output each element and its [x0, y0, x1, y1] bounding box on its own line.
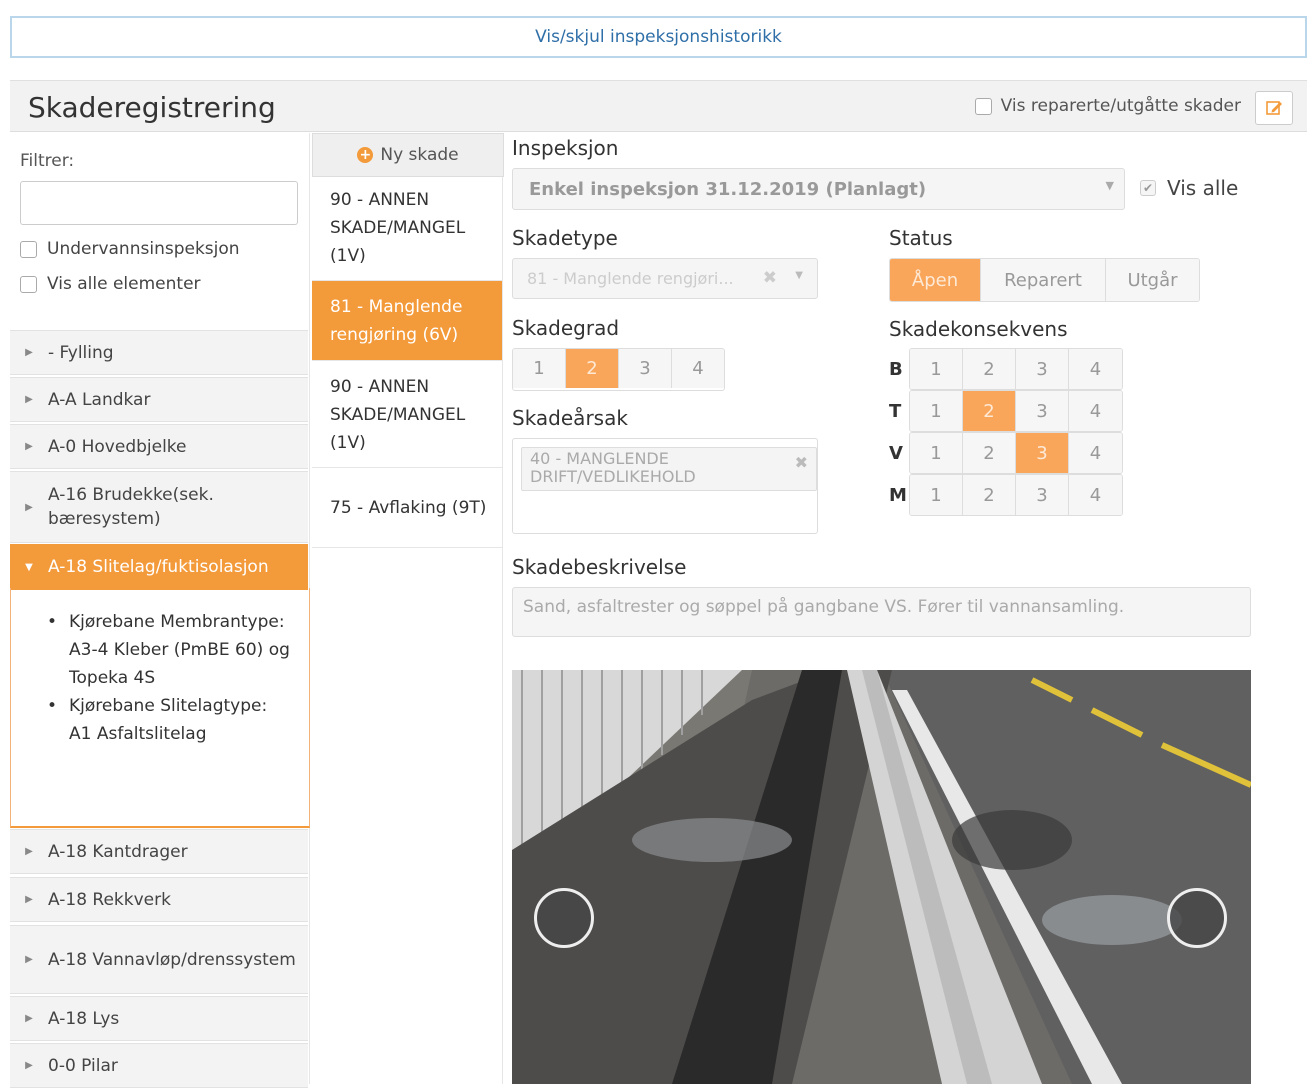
edit-icon — [1266, 101, 1282, 115]
grade-2-button[interactable]: 2 — [566, 349, 619, 388]
description-field[interactable]: Sand, asfaltrester og søppel på gangbane… — [512, 587, 1251, 637]
inspection-select[interactable]: Enkel inspeksjon 31.12.2019 (Planlagt) ▼ — [512, 168, 1125, 210]
consequence-v-4[interactable]: 4 — [1069, 433, 1122, 473]
caret-down-icon: ▼ — [25, 561, 33, 573]
status-button-group: Åpen Reparert Utgår — [889, 258, 1200, 302]
damage-item[interactable]: 75 - Avflaking (9T) — [312, 468, 502, 548]
grade-1-button[interactable]: 1 — [513, 349, 566, 388]
skadearsak-label: Skadeårsak — [512, 406, 628, 430]
new-damage-button[interactable]: + Ny skade — [312, 133, 504, 177]
element-details-panel: Kjørebane Membrantype: A3-4 Kleber (PmBE… — [10, 588, 310, 828]
consequence-m-4[interactable]: 4 — [1069, 475, 1122, 515]
tree-item-rekkverk[interactable]: ▶ A-18 Rekkverk — [10, 877, 308, 922]
show-repaired-toggle[interactable]: Vis reparerte/utgåtte skader — [974, 96, 1241, 116]
caret-right-icon: ▶ — [25, 1060, 33, 1071]
vis-alle-checkbox[interactable]: ✔ — [1140, 180, 1156, 196]
consequence-v-3[interactable]: 3 — [1016, 433, 1069, 473]
skadebeskrivelse-label: Skadebeskrivelse — [512, 555, 687, 579]
caret-right-icon: ▶ — [25, 394, 33, 405]
consequence-b-2[interactable]: 2 — [963, 349, 1016, 389]
consequence-row-b: B 1 2 3 4 — [889, 348, 1123, 390]
filter-label: Filtrer: — [20, 151, 75, 171]
status-label: Status — [889, 226, 953, 250]
cause-tag: 40 - MANGLENDE DRIFT/VEDLIKEHOLD ✖ — [521, 447, 817, 491]
skadegrad-label: Skadegrad — [512, 316, 620, 340]
caret-right-icon: ▶ — [25, 441, 33, 452]
underwater-inspection-label: Undervannsinspeksjon — [47, 239, 240, 259]
consequence-t-2[interactable]: 2 — [963, 391, 1016, 431]
previous-image-button[interactable] — [534, 888, 594, 948]
consequence-t-1[interactable]: 1 — [910, 391, 963, 431]
detail-membrane: Kjørebane Membrantype: A3-4 Kleber (PmBE… — [47, 608, 295, 692]
damage-item[interactable]: 90 - ANNEN SKADE/MANGEL (1V) — [312, 362, 502, 468]
consequence-t-4[interactable]: 4 — [1069, 391, 1122, 431]
tree-item-hovedbjelke[interactable]: ▶ A-0 Hovedbjelke — [10, 424, 308, 469]
show-repaired-label: Vis reparerte/utgåtte skader — [1000, 96, 1241, 116]
consequence-m-2[interactable]: 2 — [963, 475, 1016, 515]
underwater-inspection-checkbox[interactable] — [20, 240, 37, 258]
tree-item-landkar[interactable]: ▶ A-A Landkar — [10, 377, 308, 422]
show-repaired-checkbox[interactable] — [974, 97, 992, 115]
show-all-elements-checkbox[interactable] — [20, 275, 37, 293]
element-sidebar: Filtrer: Undervannsinspeksjon Vis alle e… — [10, 133, 310, 1088]
tree-item-fylling[interactable]: ▶ - Fylling — [10, 330, 308, 375]
edit-button[interactable] — [1255, 91, 1293, 125]
damage-list: + Ny skade 90 - ANNEN SKADE/MANGEL (1V) … — [312, 133, 504, 1084]
inspection-label: Inspeksjon — [512, 136, 619, 160]
caret-right-icon: ▶ — [25, 894, 33, 905]
skadegrad-button-group: 1 2 3 4 — [512, 348, 725, 391]
status-expired-button[interactable]: Utgår — [1106, 259, 1199, 301]
caret-right-icon: ▶ — [25, 347, 33, 358]
tree-item-kantdrager[interactable]: ▶ A-18 Kantdrager — [10, 829, 308, 874]
status-repaired-button[interactable]: Reparert — [981, 259, 1106, 301]
road-photo-image — [512, 670, 1251, 1084]
toggle-history-button[interactable]: Vis/skjul inspeksjonshistorikk — [10, 16, 1307, 58]
vis-alle-toggle[interactable]: ✔ Vis alle — [1140, 176, 1238, 200]
consequence-row-t: T 1 2 3 4 — [889, 390, 1123, 432]
dropdown-caret-icon: ▼ — [795, 270, 803, 281]
damage-photo — [512, 670, 1251, 1084]
remove-tag-icon[interactable]: ✖ — [795, 454, 808, 472]
tree-item-lys[interactable]: ▶ A-18 Lys — [10, 996, 308, 1041]
consequence-m-1[interactable]: 1 — [910, 475, 963, 515]
skadearsak-select[interactable]: 40 - MANGLENDE DRIFT/VEDLIKEHOLD ✖ — [512, 438, 818, 534]
caret-right-icon: ▶ — [25, 846, 33, 857]
show-all-elements-toggle[interactable]: Vis alle elementer — [20, 274, 201, 294]
filter-input[interactable] — [20, 181, 298, 225]
consequence-b-3[interactable]: 3 — [1016, 349, 1069, 389]
underwater-inspection-toggle[interactable]: Undervannsinspeksjon — [20, 239, 240, 259]
status-open-button[interactable]: Åpen — [890, 259, 981, 301]
caret-right-icon: ▶ — [25, 1013, 33, 1024]
consequence-v-1[interactable]: 1 — [910, 433, 963, 473]
skadetype-label: Skadetype — [512, 226, 618, 250]
consequence-b-4[interactable]: 4 — [1069, 349, 1122, 389]
damage-item[interactable]: 90 - ANNEN SKADE/MANGEL (1V) — [312, 176, 502, 281]
consequence-t-3[interactable]: 3 — [1016, 391, 1069, 431]
consequence-row-m: M 1 2 3 4 — [889, 474, 1123, 516]
clear-icon[interactable]: ✖ — [763, 268, 777, 288]
consequence-m-3[interactable]: 3 — [1016, 475, 1069, 515]
consequence-v-2[interactable]: 2 — [963, 433, 1016, 473]
tree-item-brudekke[interactable]: ▶ A-16 Brudekke(sek. bæresystem) — [10, 471, 308, 543]
plus-circle-icon: + — [357, 147, 374, 163]
caret-right-icon: ▶ — [25, 501, 33, 513]
new-damage-label: Ny skade — [380, 145, 459, 165]
header-bar: Skaderegistrering Vis reparerte/utgåtte … — [10, 80, 1307, 132]
page-title: Skaderegistrering — [28, 91, 276, 124]
consequence-b-1[interactable]: 1 — [910, 349, 963, 389]
grade-4-button[interactable]: 4 — [672, 349, 724, 388]
skadetype-select[interactable]: 81 - Manglende rengjøri... ✖ ▼ — [512, 258, 818, 299]
tree-item-slitelag[interactable]: ▼ A-18 Slitelag/fuktisolasjon — [10, 544, 308, 590]
skadekonsekvens-label: Skadekonsekvens — [889, 317, 1068, 341]
grade-3-button[interactable]: 3 — [619, 349, 672, 388]
dropdown-caret-icon: ▼ — [1105, 179, 1114, 192]
tree-item-vannavlop[interactable]: ▶ A-18 Vannavløp/drenssystem — [10, 925, 308, 994]
tree-item-pilar[interactable]: ▶ 0-0 Pilar — [10, 1043, 308, 1088]
detail-wearing-course: Kjørebane Slitelagtype: A1 Asfaltslitela… — [47, 692, 295, 748]
damage-item-selected[interactable]: 81 - Manglende rengjøring (6V) — [312, 281, 502, 361]
next-image-button[interactable] — [1167, 888, 1227, 948]
consequence-row-v: V 1 2 3 4 — [889, 432, 1123, 474]
caret-right-icon: ▶ — [25, 954, 33, 965]
show-all-elements-label: Vis alle elementer — [47, 274, 201, 294]
